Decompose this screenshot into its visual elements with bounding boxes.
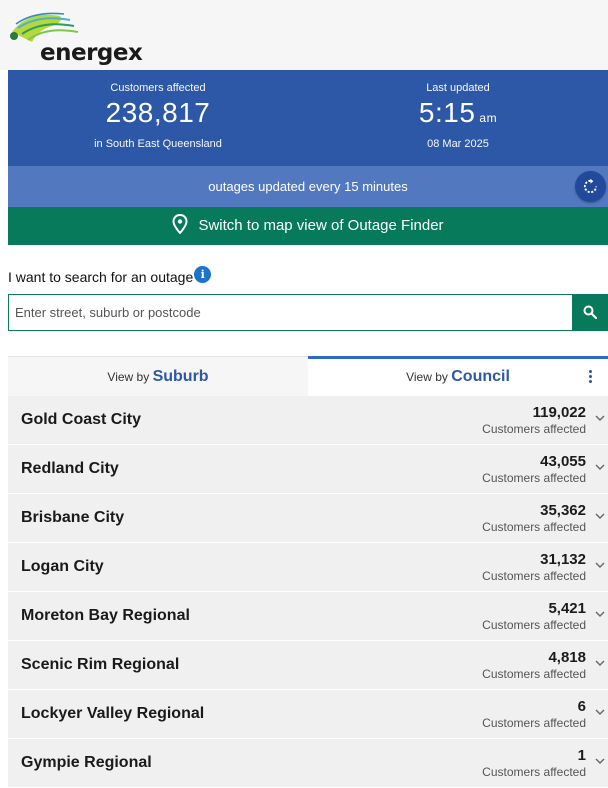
council-row-moreton-bay[interactable]: Moreton Bay Regional 5,421 Customers aff…: [8, 592, 608, 641]
chevron-down-icon: [595, 758, 605, 764]
tab-council[interactable]: View by Council: [308, 356, 608, 396]
search-input[interactable]: [8, 294, 572, 331]
council-name: Brisbane City: [21, 509, 125, 526]
search-heading: I want to search for an outage i: [8, 266, 212, 285]
search-heading-text: I want to search for an outage: [8, 269, 194, 285]
council-row-logan[interactable]: Logan City 31,132 Customers affected: [8, 543, 608, 592]
council-count-label: Customers affected: [482, 422, 586, 436]
chevron-down-icon: [595, 611, 605, 617]
updated-time: 5:15: [418, 97, 476, 128]
updated-date: 08 Mar 2025: [427, 138, 489, 150]
council-count-label: Customers affected: [482, 471, 586, 485]
tab-suburb-label: Suburb: [152, 368, 209, 385]
council-count: 31,132: [540, 551, 586, 568]
outage-summary: Customers affected 238,817 in South East…: [8, 70, 608, 166]
council-count: 43,055: [540, 453, 586, 470]
search-icon: [583, 305, 597, 319]
update-frequency-bar: outages updated every 15 minutes: [8, 166, 608, 207]
council-row-gympie[interactable]: Gympie Regional 1 Customers affected: [8, 739, 608, 788]
chevron-down-icon: [595, 562, 605, 568]
map-view-label: Switch to map view of Outage Finder: [198, 217, 444, 235]
customers-region: in South East Queensland: [94, 138, 222, 150]
council-row-gold-coast[interactable]: Gold Coast City 119,022 Customers affect…: [8, 396, 608, 445]
council-count-label: Customers affected: [482, 716, 586, 730]
map-view-link[interactable]: Switch to map view of Outage Finder: [8, 207, 608, 245]
chevron-down-icon: [595, 415, 605, 421]
council-row-brisbane[interactable]: Brisbane City 35,362 Customers affected: [8, 494, 608, 543]
council-list: Gold Coast City 119,022 Customers affect…: [8, 396, 608, 788]
chevron-down-icon: [595, 513, 605, 519]
search-button[interactable]: [572, 294, 608, 331]
updated-label: Last updated: [426, 82, 490, 94]
council-name: Scenic Rim Regional: [21, 656, 180, 673]
council-count: 5,421: [548, 600, 586, 617]
council-name: Moreton Bay Regional: [21, 607, 190, 624]
council-count: 4,818: [548, 649, 586, 666]
council-row-lockyer-valley[interactable]: Lockyer Valley Regional 6 Customers affe…: [8, 690, 608, 739]
chevron-down-icon: [595, 464, 605, 470]
council-count: 119,022: [532, 404, 586, 421]
council-name: Logan City: [21, 558, 104, 575]
refresh-icon: [583, 178, 598, 194]
council-row-scenic-rim[interactable]: Scenic Rim Regional 4,818 Customers affe…: [8, 641, 608, 690]
refresh-button[interactable]: [575, 171, 606, 202]
chevron-down-icon: [595, 709, 605, 715]
header-bar: energex: [0, 0, 608, 70]
info-icon[interactable]: i: [194, 266, 212, 283]
council-count-label: Customers affected: [482, 520, 586, 534]
council-name: Redland City: [21, 460, 119, 477]
search-bar: [8, 294, 608, 331]
brand-name: energex: [40, 40, 143, 66]
tab-council-prefix: View by: [406, 370, 448, 384]
council-name: Gympie Regional: [21, 754, 152, 771]
council-count-label: Customers affected: [482, 618, 586, 632]
tab-suburb-prefix: View by: [107, 370, 150, 384]
council-count-label: Customers affected: [482, 765, 586, 779]
council-count-label: Customers affected: [482, 569, 586, 583]
updated-ampm: am: [479, 111, 498, 125]
more-options-icon[interactable]: [586, 370, 594, 388]
council-count: 1: [577, 747, 586, 764]
view-tabs: View by Suburb View by Council: [8, 356, 608, 396]
council-row-redland[interactable]: Redland City 43,055 Customers affected: [8, 445, 608, 494]
map-pin-icon: [172, 214, 188, 235]
updated-time-wrap: 5:15 am: [308, 97, 608, 129]
tab-suburb[interactable]: View by Suburb: [8, 356, 308, 396]
customers-value: 238,817: [105, 97, 211, 128]
council-name: Gold Coast City: [21, 411, 142, 428]
customers-label: Customers affected: [110, 82, 206, 94]
chevron-down-icon: [595, 660, 605, 666]
council-count-label: Customers affected: [482, 667, 586, 681]
energex-logo[interactable]: energex: [8, 12, 168, 66]
update-frequency-text: outages updated every 15 minutes: [208, 179, 408, 194]
tab-council-label: Council: [451, 368, 510, 385]
council-name: Lockyer Valley Regional: [21, 705, 205, 722]
council-count: 6: [577, 698, 586, 715]
council-count: 35,362: [540, 502, 586, 519]
